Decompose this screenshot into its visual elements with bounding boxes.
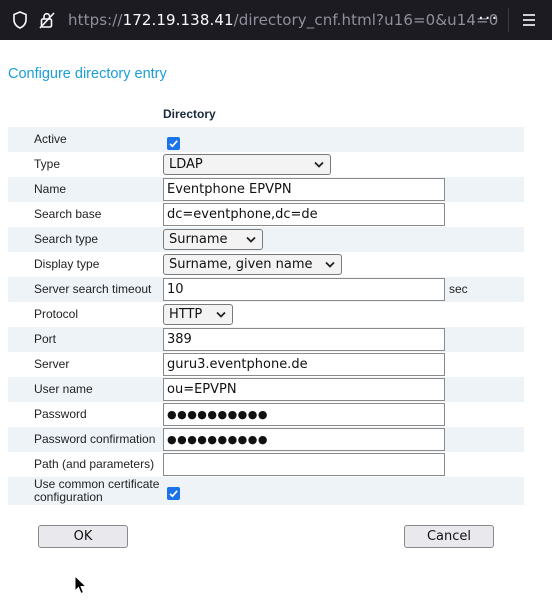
user-name-label: User name — [34, 382, 93, 396]
password-input[interactable]: ●●●●●●●●●● — [163, 403, 445, 426]
row-protocol: Protocol HTTP — [8, 302, 524, 327]
password-label: Password — [34, 407, 87, 421]
server-search-timeout-label: Server search timeout — [34, 282, 152, 296]
chevron-down-icon — [216, 311, 226, 318]
protocol-select[interactable]: HTTP — [163, 304, 233, 325]
hamburger-menu-icon[interactable] — [519, 10, 539, 30]
row-search-type: Search type Surname — [8, 227, 524, 252]
checkmark-icon — [169, 490, 178, 498]
mouse-cursor-icon — [74, 575, 88, 595]
active-checkbox[interactable] — [167, 137, 180, 150]
url-path: /directory_cnf.html?u16=0&u14=0 — [233, 11, 499, 29]
common-cert-checkbox[interactable] — [167, 487, 180, 500]
name-label: Name — [34, 182, 67, 196]
display-type-label: Display type — [34, 257, 100, 271]
search-base-label: Search base — [34, 207, 102, 221]
ok-button[interactable]: OK — [38, 525, 128, 548]
row-common-cert: Use common certificate configuration — [8, 477, 524, 505]
path-input[interactable] — [163, 453, 445, 476]
chevron-down-icon — [314, 161, 324, 168]
browser-toolbar: https://172.19.138.41/directory_cnf.html… — [0, 0, 552, 40]
search-type-value: Surname — [169, 232, 228, 247]
search-type-select[interactable]: Surname — [163, 229, 263, 250]
user-name-input[interactable]: ou=EPVPN — [163, 378, 445, 401]
password-confirmation-input[interactable]: ●●●●●●●●●● — [163, 428, 445, 451]
row-display-type: Display type Surname, given name — [8, 252, 524, 277]
row-user-name: User name ou=EPVPN — [8, 377, 524, 402]
row-password: Password ●●●●●●●●●● — [8, 402, 524, 427]
address-bar[interactable]: https://172.19.138.41/directory_cnf.html… — [68, 10, 498, 30]
toolbar-separator — [508, 8, 509, 32]
directory-form: Active Type LDAP Name Eventphone EPVPN S… — [8, 127, 524, 505]
protocol-value: HTTP — [169, 307, 203, 322]
checkmark-icon — [169, 140, 178, 148]
path-label: Path (and parameters) — [34, 457, 155, 471]
insecure-lock-icon[interactable] — [37, 10, 57, 30]
row-path: Path (and parameters) — [8, 452, 524, 477]
port-label: Port — [34, 332, 57, 346]
page-title: Configure directory entry — [8, 66, 167, 82]
url-scheme: https:// — [68, 11, 123, 29]
search-base-input[interactable]: dc=eventphone,dc=de — [163, 203, 445, 226]
search-type-label: Search type — [34, 232, 99, 246]
chevron-down-icon — [246, 236, 256, 243]
server-input[interactable]: guru3.eventphone.de — [163, 353, 445, 376]
type-label: Type — [34, 157, 61, 171]
page-actions-menu-icon[interactable]: ··· — [478, 9, 498, 29]
server-search-timeout-input[interactable]: 10 — [163, 278, 445, 301]
type-select[interactable]: LDAP — [163, 154, 331, 175]
shield-icon[interactable] — [10, 10, 30, 30]
row-server-search-timeout: Server search timeout 10 sec — [8, 277, 524, 302]
row-port: Port 389 — [8, 327, 524, 352]
url-host: 172.19.138.41 — [122, 11, 234, 29]
chevron-down-icon — [325, 261, 335, 268]
type-value: LDAP — [169, 157, 203, 172]
common-cert-label: Use common certificate configuration — [34, 477, 160, 504]
row-server: Server guru3.eventphone.de — [8, 352, 524, 377]
timeout-unit: sec — [449, 282, 468, 296]
active-label: Active — [34, 132, 67, 146]
row-type: Type LDAP — [8, 152, 524, 177]
password-confirmation-label: Password confirmation — [34, 432, 156, 446]
display-type-select[interactable]: Surname, given name — [163, 254, 342, 275]
row-name: Name Eventphone EPVPN — [8, 177, 524, 202]
cancel-button[interactable]: Cancel — [404, 525, 494, 548]
row-search-base: Search base dc=eventphone,dc=de — [8, 202, 524, 227]
row-active: Active — [8, 127, 524, 152]
display-type-value: Surname, given name — [169, 257, 313, 272]
port-input[interactable]: 389 — [163, 328, 445, 351]
protocol-label: Protocol — [34, 307, 79, 321]
server-label: Server — [34, 357, 70, 371]
name-input[interactable]: Eventphone EPVPN — [163, 178, 445, 201]
column-header: Directory — [163, 107, 216, 121]
row-password-confirmation: Password confirmation ●●●●●●●●●● — [8, 427, 524, 452]
